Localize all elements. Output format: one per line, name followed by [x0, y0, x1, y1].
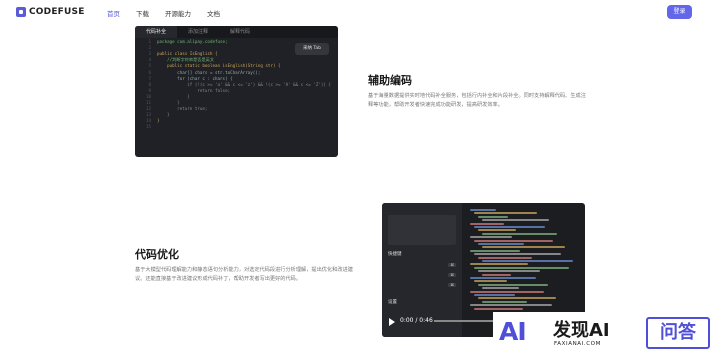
video-code-line — [482, 300, 527, 303]
menu-home[interactable]: 首页 — [107, 8, 120, 18]
side-section: 设置 — [388, 300, 397, 305]
watermark-badge: 问答 — [646, 317, 710, 349]
watermark-url: FAXIANAI.COM — [554, 341, 601, 347]
video-code-line — [474, 226, 545, 228]
video-code-line — [478, 297, 556, 300]
video-code-line — [482, 219, 549, 222]
top-nav: CODEFUSE 首页 下载 开源能力 文档 登录 — [0, 0, 720, 26]
video-code-line — [478, 215, 508, 218]
video-code-line — [478, 243, 524, 245]
shortcut-tag: ⌘ — [448, 263, 456, 267]
video-code-line — [470, 290, 544, 293]
logo-text: CODEFUSE — [29, 7, 85, 17]
code-tabs: 代码补全 添加注释 解释代码 — [135, 26, 338, 38]
video-code-line — [474, 266, 569, 269]
video-code-line — [478, 256, 532, 259]
video-code-line — [474, 307, 523, 310]
watermark-ai: AI — [499, 317, 527, 346]
watermark: AI 发现AI FAXIANAI.COM 问答 — [493, 312, 720, 357]
video-code-line — [478, 229, 516, 232]
video-code-line — [482, 273, 511, 276]
video-code-line — [478, 270, 540, 273]
video-time: 0:00 / 0:46 — [400, 317, 433, 324]
video-code-line — [470, 263, 528, 266]
play-icon[interactable] — [389, 318, 395, 326]
video-code-line — [474, 212, 537, 215]
logo[interactable]: CODEFUSE — [16, 7, 85, 17]
video-code-line — [470, 222, 504, 225]
video-code-line — [474, 239, 553, 242]
side-row: ⌘ — [388, 273, 456, 280]
video-code-line — [482, 246, 565, 249]
section-desc-assist: 基于海量数据提供实时地代码补全服务，包括行内补全和片段补全。同时支持解释代码、生… — [368, 93, 586, 108]
video-code-line — [482, 287, 519, 290]
video-code-line — [474, 253, 561, 256]
side-row: ⌘ — [388, 283, 456, 290]
video-code-line — [470, 209, 496, 211]
tab-explain-code[interactable]: 解释代码 — [219, 26, 261, 38]
side-row: ⌘ — [388, 263, 456, 270]
code-line: package com.alipay.codefuse; — [157, 39, 228, 44]
side-title: 快捷键 — [388, 252, 402, 257]
accept-tip[interactable]: 采纳 Tab — [295, 43, 329, 55]
video-code-line — [470, 304, 552, 307]
section-title-assist: 辅助编码 — [368, 74, 412, 87]
section-title-optimize: 代码优化 — [135, 248, 179, 261]
tab-add-comment[interactable]: 添加注释 — [177, 26, 219, 38]
video-code-line — [470, 277, 536, 279]
watermark-title: 发现AI — [553, 320, 610, 341]
video-code-view — [464, 209, 582, 315]
shortcut-tag: ⌘ — [448, 283, 456, 287]
login-button[interactable]: 登录 — [667, 5, 692, 19]
video-code-line — [470, 249, 520, 252]
shortcut-tag: ⌘ — [448, 273, 456, 277]
tab-code-completion[interactable]: 代码补全 — [135, 26, 178, 38]
menu-download[interactable]: 下载 — [136, 8, 149, 18]
logo-icon — [16, 7, 26, 17]
menu-docs[interactable]: 文档 — [207, 8, 220, 18]
video-code-line — [482, 232, 557, 235]
code-line: } — [157, 118, 160, 124]
video-code-line — [478, 283, 548, 286]
video-code-line — [474, 294, 515, 296]
main-menu: 首页 下载 开源能力 文档 — [107, 8, 220, 18]
section-desc-optimize: 基于大模型代码理解能力和静态语句分析能力，对选定代码段进行分析理解，提出优化和改… — [135, 267, 353, 282]
line-number: 15 — [145, 124, 151, 130]
chat-bubble — [388, 215, 456, 245]
video-code-line — [470, 236, 512, 239]
video-code-line — [474, 280, 507, 283]
menu-open-source[interactable]: 开源能力 — [165, 8, 191, 18]
video-code-line — [482, 260, 573, 262]
